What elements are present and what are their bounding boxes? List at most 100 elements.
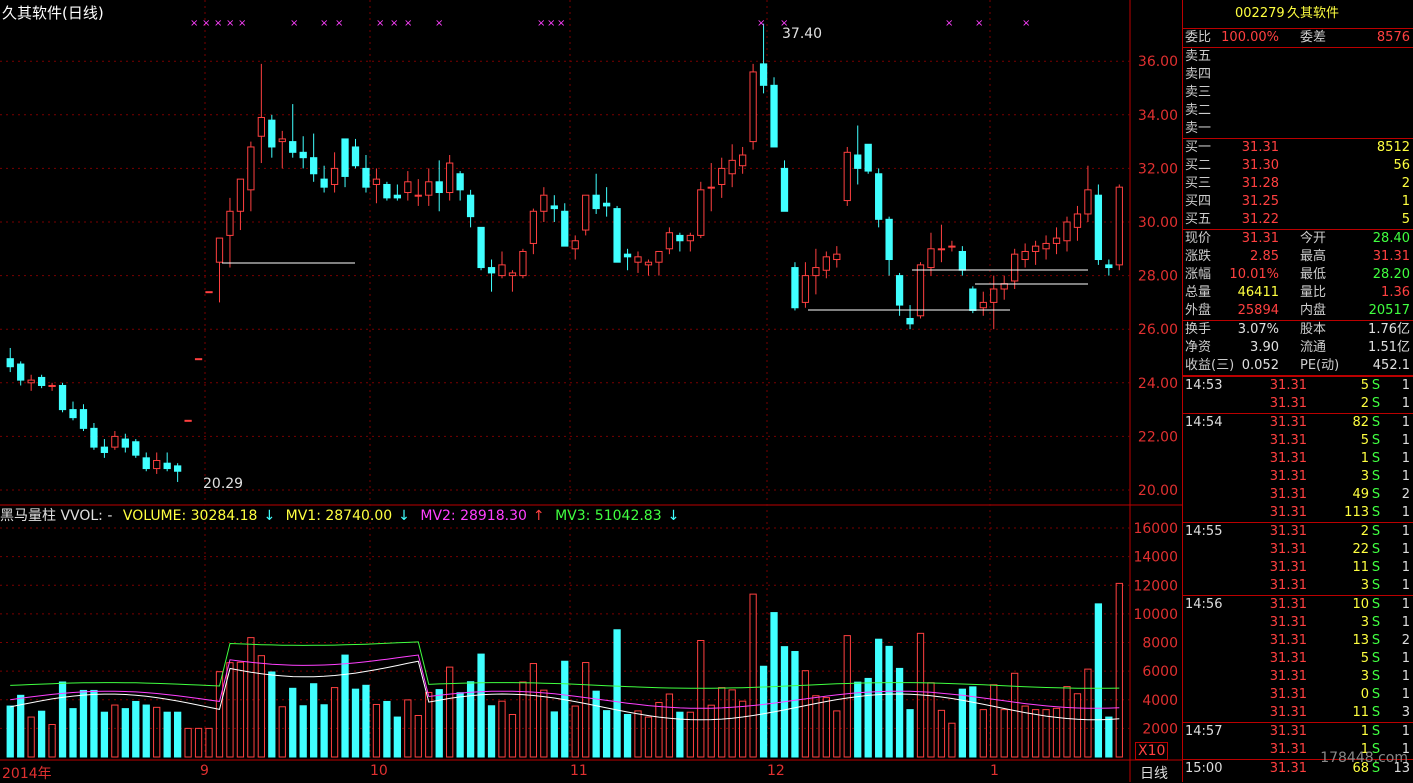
- candle-body: [226, 210, 234, 236]
- kline-chart-area[interactable]: 36.00 34.00 32.00 30.00 28.00 26.00 24.00 22.00…: [0, 0, 1182, 782]
- volume-bar: [749, 593, 757, 758]
- candle-body: [1021, 250, 1029, 261]
- bid-row[interactable]: 买一 31.31 8512: [1183, 139, 1413, 157]
- candle-body: [707, 186, 715, 189]
- ask-list: 卖五 卖四 卖三卖二 卖一: [1183, 48, 1413, 138]
- signal-marker: ×: [335, 18, 343, 29]
- candle-body: [1011, 253, 1019, 282]
- bid-row[interactable]: 买三 31.28 2: [1183, 175, 1413, 193]
- bid-price: 31.31: [1241, 140, 1279, 155]
- tick-time: 14:57: [1185, 724, 1223, 739]
- candle-body: [58, 384, 67, 411]
- candle-body: [1105, 264, 1113, 269]
- chart-title: 久其软件(日线): [2, 4, 104, 22]
- tick-volume: 3: [1360, 669, 1369, 684]
- volume-bar: [979, 709, 987, 758]
- ask-label: 卖三: [1185, 85, 1212, 100]
- candle-body: [383, 183, 391, 199]
- stat-label: 涨幅: [1185, 267, 1212, 282]
- stat-label: 最低: [1300, 267, 1327, 282]
- volume-bar: [194, 727, 203, 758]
- tick-list[interactable]: 14:53 31.31 5 S 1 31.31 2 S 1 14:54 31.31 82 S 1 31.31…: [1183, 375, 1413, 778]
- tick-count: 1: [1401, 578, 1410, 593]
- stat-label: 收益(三): [1185, 358, 1235, 373]
- ask-row[interactable]: 卖一: [1183, 120, 1413, 138]
- volume-bar: [184, 727, 192, 758]
- candle-body: [414, 194, 422, 197]
- candle-body: [1052, 237, 1061, 244]
- candle-body: [1084, 189, 1092, 215]
- volume-bar: [289, 687, 297, 758]
- volume-bar: [383, 700, 391, 758]
- watermark: 178448.com: [1320, 750, 1408, 766]
- candle-body: [111, 435, 119, 448]
- bid-row[interactable]: 买二 31.30 56: [1183, 157, 1413, 175]
- stat-row: 涨跌 2.85 最高 31.31: [1183, 248, 1413, 266]
- period-label[interactable]: 日线: [1140, 763, 1168, 783]
- candle-body: [1042, 242, 1050, 250]
- kline-chart-svg[interactable]: 36.00 34.00 32.00 30.00 28.00 26.00 24.00 22.00…: [0, 0, 1182, 782]
- candle-body: [927, 248, 935, 269]
- volume-tick-label: 12000: [1133, 578, 1178, 594]
- signal-marker: ×: [390, 18, 398, 29]
- candle-body: [215, 237, 224, 263]
- tick-row: 31.31 13 S 2: [1183, 632, 1413, 650]
- zoom-x10-button[interactable]: X10: [1135, 742, 1169, 760]
- tick-price: 31.31: [1269, 687, 1307, 702]
- stat-value: 10.01%: [1229, 267, 1279, 282]
- candle-body: [812, 267, 820, 277]
- candle-body: [770, 84, 778, 148]
- bid-label: 买二: [1185, 158, 1212, 173]
- candle-body: [247, 146, 255, 191]
- volume-tick-label: 14000: [1133, 550, 1178, 566]
- signal-marker: ×: [376, 18, 384, 29]
- candle-body: [822, 256, 830, 271]
- volume-bar: [519, 681, 527, 758]
- ask-row[interactable]: 卖四: [1183, 66, 1413, 84]
- ask-row[interactable]: 卖五: [1183, 48, 1413, 66]
- volume-bar: [582, 662, 590, 758]
- tick-count: 1: [1401, 415, 1410, 430]
- bid-label: 买一: [1185, 140, 1212, 155]
- price-tick-label: 24.00: [1138, 376, 1178, 392]
- tick-volume: 3: [1360, 469, 1369, 484]
- tick-price: 31.31: [1269, 761, 1307, 776]
- stat-label: 量比: [1300, 285, 1327, 300]
- stat-row: 净资 3.90 流通 1.51亿: [1183, 339, 1413, 357]
- volume-bar: [205, 727, 213, 758]
- candle-body: [644, 261, 653, 266]
- tick-count: 1: [1401, 378, 1410, 393]
- signal-marker: ×: [404, 18, 412, 29]
- stat-label: 现价: [1185, 231, 1212, 246]
- bid-list: 买一 31.31 8512 买二 31.30 56 买三 31.28 2 买四 31.25 1 买五 31…: [1183, 138, 1413, 229]
- price-tick-label: 20.00: [1138, 483, 1178, 499]
- bid-row[interactable]: 买四 31.25 1: [1183, 193, 1413, 211]
- candle-body: [446, 162, 454, 194]
- bid-label: 买四: [1185, 194, 1212, 209]
- bid-price: 31.30: [1241, 158, 1279, 173]
- candle-body: [540, 194, 548, 212]
- bid-row[interactable]: 买五 31.22 5: [1183, 211, 1413, 229]
- signal-marker: ×: [757, 18, 765, 29]
- stat-row: 现价 31.31 今开 28.40: [1183, 230, 1413, 248]
- tick-volume: 13: [1352, 633, 1369, 648]
- stat-value: 25894: [1237, 303, 1279, 318]
- volume-bar: [487, 705, 496, 758]
- volume-bar: [330, 687, 339, 758]
- tick-time: 14:53: [1185, 378, 1223, 393]
- stat-label: 外盘: [1185, 303, 1212, 318]
- bid-volume: 8512: [1376, 140, 1410, 155]
- tick-price: 31.31: [1269, 542, 1307, 557]
- volume-bar: [707, 704, 715, 758]
- ask-row[interactable]: 卖三: [1183, 84, 1413, 102]
- volume-tick-label: 16000: [1133, 521, 1178, 537]
- tick-side: S: [1371, 469, 1381, 484]
- volume-bar: [372, 703, 381, 758]
- volume-bar: [268, 671, 276, 758]
- tick-price: 31.31: [1269, 487, 1307, 502]
- volume-tick-label: 2000: [1142, 721, 1178, 737]
- stats-primary: 现价 31.31 今开 28.40 涨跌 2.85 最高 31.31 涨幅 10.01% 最低 28.…: [1183, 229, 1413, 320]
- volume-bar: [163, 711, 171, 758]
- tick-price: 31.31: [1269, 415, 1307, 430]
- ask-row[interactable]: 卖二: [1183, 102, 1413, 120]
